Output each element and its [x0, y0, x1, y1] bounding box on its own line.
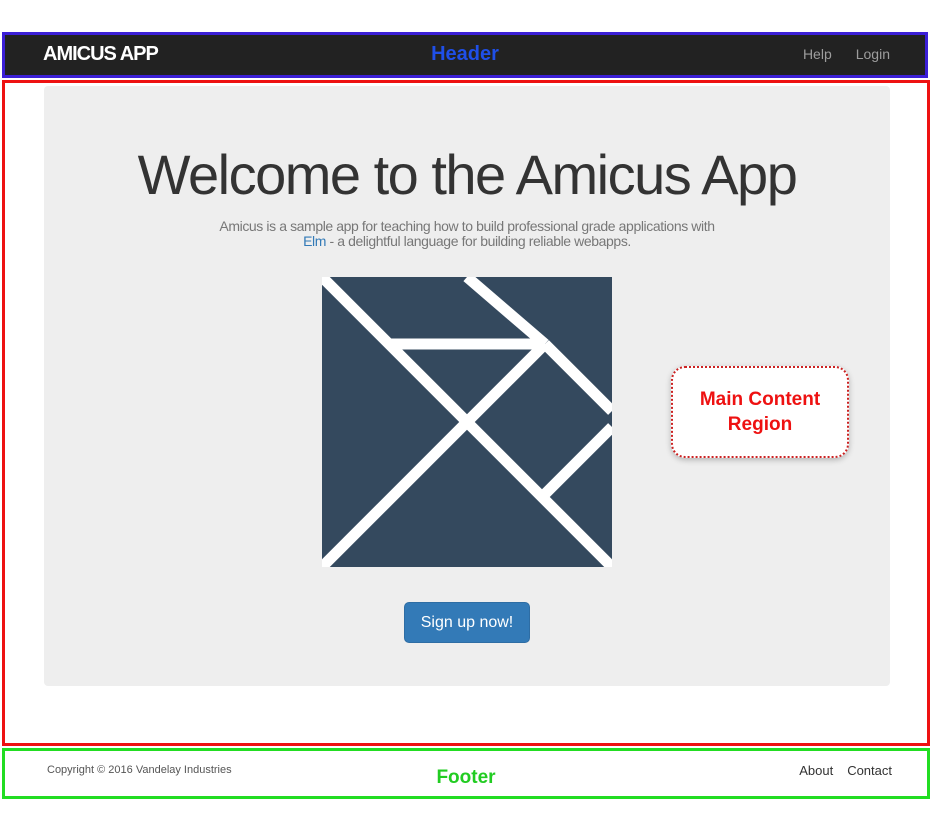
nav-help-link[interactable]: Help	[803, 46, 832, 62]
elm-link[interactable]: Elm	[303, 233, 326, 249]
lead-suffix: - a delightful language for building rel…	[326, 233, 632, 249]
footer-contact-link[interactable]: Contact	[847, 763, 892, 778]
footer-annotation-label: Footer	[436, 767, 496, 788]
footer-links: About Contact	[799, 763, 892, 778]
footer-about-link[interactable]: About	[799, 763, 833, 778]
annotation-line-2: Region	[727, 414, 793, 435]
navbar: AMICUS APP Header Help Login	[5, 35, 925, 75]
sign-up-button[interactable]: Sign up now!	[404, 602, 530, 643]
nav-links: Help Login	[803, 46, 890, 62]
lead-paragraph: Amicus is a sample app for teaching how …	[207, 219, 727, 249]
footer: Copyright © 2016 Vandelay Industries Foo…	[2, 748, 930, 799]
lead-text: Amicus is a sample app for teaching how …	[219, 218, 715, 234]
elm-tangram-logo-icon	[322, 277, 612, 567]
header-annotation-label: Header	[431, 43, 499, 65]
main-content-annotation: Main Content Region	[671, 366, 849, 458]
page-title: Welcome to the Amicus App	[137, 143, 798, 206]
annotation-line-1: Main Content	[699, 389, 821, 410]
nav-login-link[interactable]: Login	[856, 46, 890, 62]
